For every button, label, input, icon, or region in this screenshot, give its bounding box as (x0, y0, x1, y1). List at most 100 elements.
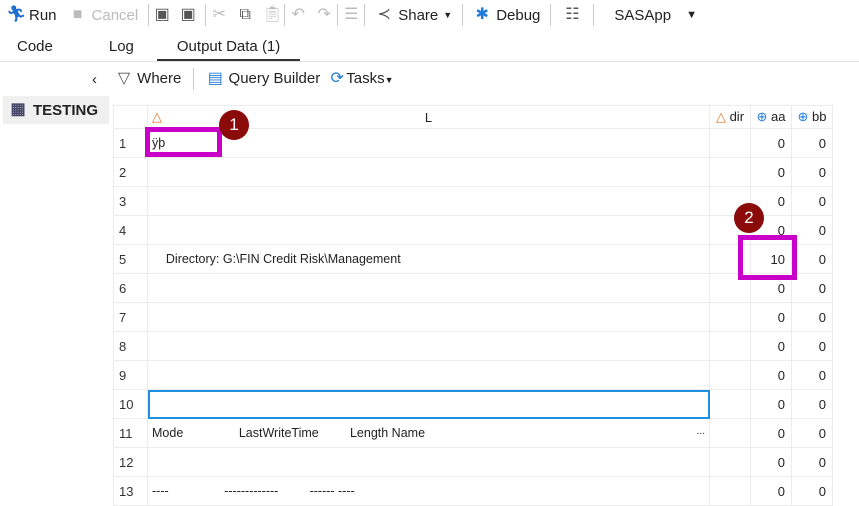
cell-dir[interactable] (709, 302, 751, 332)
bug-icon: ✱ (475, 6, 489, 23)
cell-bb[interactable]: 0 (791, 447, 833, 477)
toolbar: 🏃︎ Run ■ Cancel ▣ ▣ ✂ ⧉ 📋︎ ↶ ↷ ☰ ≺ Share ▼ ✱… (0, 0, 859, 30)
cancel-button[interactable]: ■ Cancel (63, 6, 145, 24)
cell-bb[interactable]: 0 (791, 273, 833, 303)
cell-dir[interactable] (709, 447, 751, 477)
tab-bar: Code Log Output Data (1) (0, 36, 859, 62)
stop-icon: ■ (72, 6, 83, 23)
run-icon: 🏃︎ (6, 6, 27, 23)
cell-L[interactable]: ---- ------------- ------ ---- (147, 476, 710, 506)
column-header-aa[interactable]: ⊕ aa (750, 105, 792, 129)
row-number: 7 (113, 302, 148, 332)
row-number: 2 (113, 157, 148, 187)
row-number: 12 (113, 447, 148, 477)
cell-L[interactable] (147, 447, 710, 477)
tab-log[interactable]: Log (92, 36, 151, 61)
cell-bb[interactable]: 0 (791, 389, 833, 419)
cell-bb[interactable]: 0 (791, 476, 833, 506)
share-button[interactable]: ≺ Share ▼ (369, 6, 458, 24)
cut-icon[interactable]: ✂ (210, 6, 228, 24)
cell-dir[interactable] (709, 128, 751, 158)
table-row: 10 0 0 (113, 389, 833, 419)
column-header-bb[interactable]: ⊕ bb (791, 105, 833, 129)
cell-bb[interactable]: 0 (791, 302, 833, 332)
column-header-dir[interactable]: △ dir (709, 105, 751, 129)
cell-L[interactable] (147, 331, 710, 361)
cell-dir[interactable] (709, 360, 751, 390)
format-icon[interactable]: ☰ (342, 6, 360, 24)
save-as-icon[interactable]: ▣ (179, 6, 197, 24)
cell-bb[interactable]: 0 (791, 186, 833, 216)
where-button[interactable]: ▽ Where (115, 70, 182, 88)
cell-dir[interactable] (709, 331, 751, 361)
table-icon: ▦ (10, 101, 26, 118)
properties-icon[interactable]: ☷ (563, 6, 581, 24)
server-select[interactable]: SASApp ▼ (608, 7, 703, 24)
cell-bb[interactable]: 0 (791, 360, 833, 390)
query-builder-button[interactable]: ▤ Query Builder (206, 70, 320, 88)
cell-bb[interactable]: 0 (791, 128, 833, 158)
character-icon: △ (152, 109, 162, 124)
cell-bb[interactable]: 0 (791, 244, 833, 274)
cell-L[interactable]: ... Mode LastWriteTime Length Name (147, 418, 710, 448)
cell-dir[interactable] (709, 418, 751, 448)
highlight-box-2 (738, 235, 797, 280)
highlight-box-1 (145, 127, 222, 157)
paste-icon[interactable]: 📋︎ (262, 6, 282, 24)
cell-aa[interactable]: 0 (750, 128, 792, 158)
cell-bb[interactable]: 0 (791, 157, 833, 187)
row-number: 13 (113, 476, 148, 506)
cell-L[interactable] (147, 302, 710, 332)
run-button[interactable]: 🏃︎ Run (0, 6, 63, 24)
table-row: 3 0 0 (113, 186, 833, 216)
row-number: 4 (113, 215, 148, 245)
cell-aa[interactable]: 0 (750, 302, 792, 332)
query-builder-icon: ▤ (207, 70, 223, 87)
cell-bb[interactable]: 0 (791, 418, 833, 448)
cell-L[interactable]: Directory: G:\FIN Credit Risk\Management (147, 244, 710, 274)
cell-aa[interactable]: 0 (750, 360, 792, 390)
annotation-badge-2: 2 (734, 203, 764, 233)
cell-dir[interactable] (709, 476, 751, 506)
tab-output-data[interactable]: Output Data (1) (156, 36, 301, 61)
overflow-ellipsis: ... (696, 426, 705, 437)
table-row: 6 0 0 (113, 273, 833, 303)
numeric-icon: ⊕ (756, 109, 768, 124)
cell-L[interactable] (147, 360, 710, 390)
table-row: 4 0 0 (113, 215, 833, 245)
cell-aa[interactable]: 0 (750, 476, 792, 506)
share-icon: ≺ (377, 6, 391, 23)
copy-icon[interactable]: ⧉ (236, 6, 254, 24)
table-row: 7 0 0 (113, 302, 833, 332)
tab-code[interactable]: Code (0, 36, 70, 61)
cell-dir[interactable] (709, 157, 751, 187)
tasks-icon: ⟳ (330, 70, 344, 87)
annotation-badge-1: 1 (219, 110, 249, 140)
cell-L[interactable] (147, 186, 710, 216)
cell-L[interactable] (147, 273, 710, 303)
cell-L[interactable] (147, 157, 710, 187)
cell-aa[interactable]: 0 (750, 389, 792, 419)
tasks-button[interactable]: ⟳ Tasks▼ (328, 70, 394, 88)
row-number: 8 (113, 331, 148, 361)
cell-L[interactable] (147, 389, 710, 419)
cell-aa[interactable]: 0 (750, 447, 792, 477)
data-toolbar: ‹ ▽ Where ▤ Query Builder ⟳ Tasks▼ (92, 68, 394, 90)
collapse-icon[interactable]: ‹ (92, 71, 97, 88)
cell-aa[interactable]: 0 (750, 418, 792, 448)
cell-aa[interactable]: 0 (750, 331, 792, 361)
character-icon: △ (715, 109, 726, 124)
undo-icon[interactable]: ↶ (289, 6, 307, 24)
debug-button[interactable]: ✱ Debug (467, 6, 546, 24)
cell-bb[interactable]: 0 (791, 215, 833, 245)
row-number: 1 (113, 128, 148, 158)
save-icon[interactable]: ▣ (153, 6, 171, 24)
table-row: 9 0 0 (113, 360, 833, 390)
data-grid: △ L △ dir ⊕ aa ⊕ bb 1 ÿþ 0 02 0 03 0 04 0… (113, 105, 833, 506)
redo-icon[interactable]: ↷ (315, 6, 333, 24)
cell-bb[interactable]: 0 (791, 331, 833, 361)
cell-dir[interactable] (709, 389, 751, 419)
cell-aa[interactable]: 0 (750, 157, 792, 187)
cell-L[interactable] (147, 215, 710, 245)
dataset-item[interactable]: ▦ TESTING (3, 96, 109, 124)
